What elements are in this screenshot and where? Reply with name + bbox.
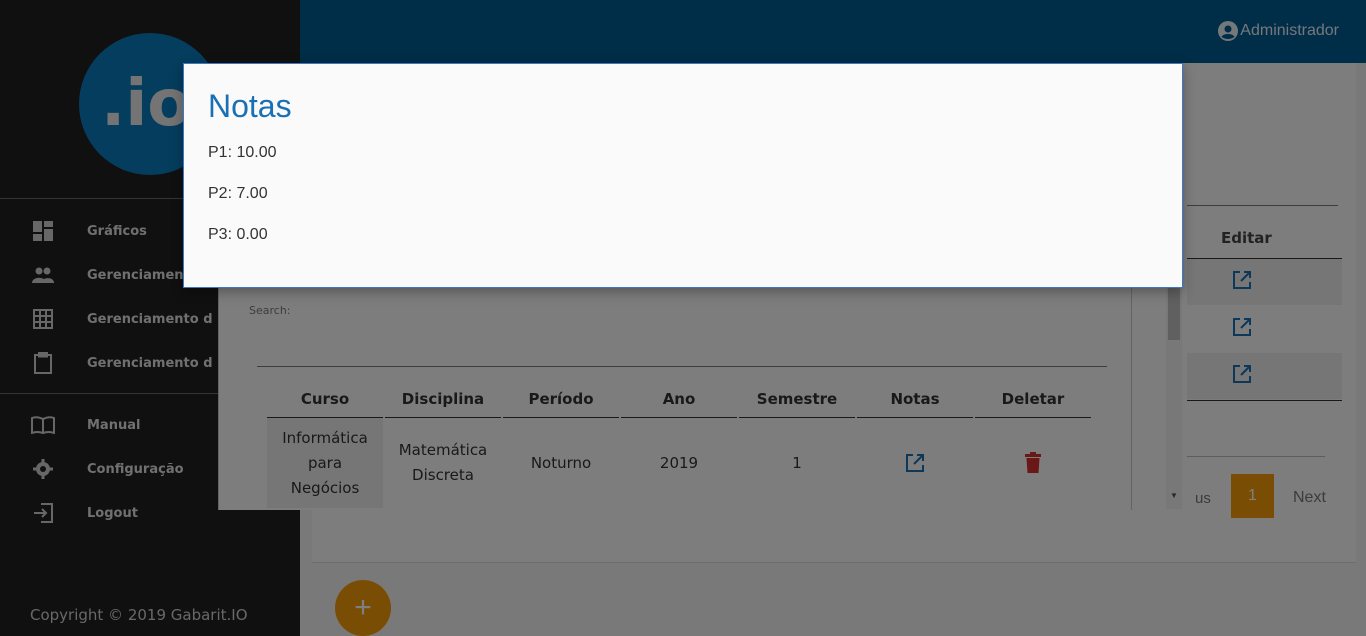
modal-title: Notas: [208, 88, 292, 124]
grade-p2: P2: 7.00: [208, 185, 268, 202]
grade-p1: P1: 10.00: [208, 144, 277, 161]
grades-modal: Notas P1: 10.00 P2: 7.00 P3: 0.00: [183, 63, 1183, 288]
grade-p3: P3: 0.00: [208, 226, 268, 243]
